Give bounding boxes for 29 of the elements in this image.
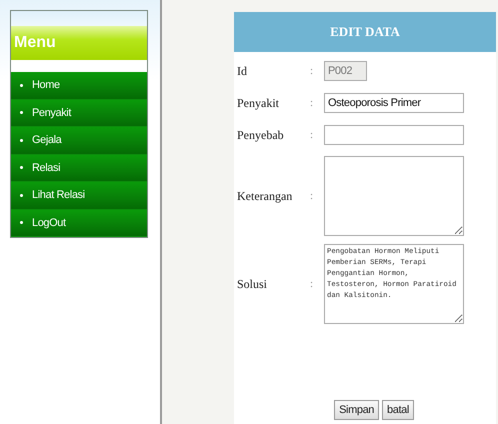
- bullet-icon: [20, 166, 23, 170]
- bullet-icon: [20, 221, 23, 224]
- field-label: Solusi: [237, 276, 268, 292]
- menu-item[interactable]: Lihat Relasi: [11, 182, 147, 210]
- form-button[interactable]: Simpan: [334, 400, 380, 420]
- separator: :: [310, 97, 314, 109]
- separator: :: [310, 190, 314, 202]
- menu-item[interactable]: Penyakit: [11, 100, 147, 127]
- menu-item[interactable]: Home: [11, 72, 147, 100]
- menu-item[interactable]: Gejala: [11, 127, 147, 154]
- separator: :: [310, 129, 314, 141]
- field-label: Keterangan: [237, 188, 294, 204]
- field-label: Id: [237, 64, 248, 78]
- menu-title: Menu: [14, 34, 56, 52]
- bullet-icon: [20, 111, 23, 114]
- form-title: EDIT DATA: [330, 24, 400, 40]
- separator: :: [310, 278, 314, 290]
- form-button[interactable]: batal: [382, 400, 414, 420]
- text-field[interactable]: [324, 125, 464, 145]
- bullet-icon: [20, 84, 23, 87]
- bullet-icon: [20, 138, 23, 142]
- field-label: Penyakit: [237, 96, 280, 110]
- menu-item[interactable]: LogOut: [11, 210, 147, 237]
- text-area[interactable]: [324, 156, 464, 236]
- menu-item[interactable]: Relasi: [11, 154, 147, 182]
- text-field[interactable]: Osteoporosis Primer: [324, 93, 464, 113]
- field-label: Penyebab: [237, 128, 285, 142]
- bullet-icon: [20, 194, 23, 197]
- separator: :: [310, 65, 314, 77]
